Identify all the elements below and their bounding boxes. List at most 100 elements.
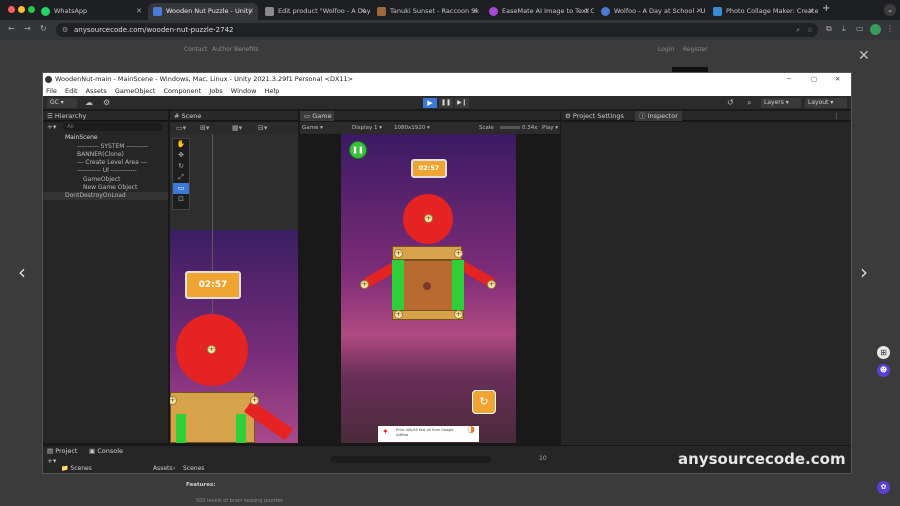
layout-dropdown[interactable]: Layout ▾: [805, 98, 847, 108]
hierarchy-item-ui[interactable]: ----------- UI ------------: [77, 167, 137, 175]
new-tab-icon[interactable]: +: [822, 3, 830, 14]
menu-kebab-icon[interactable]: ⋮: [886, 24, 894, 33]
hierarchy-item-create-level[interactable]: --- Create Level Area ---: [77, 159, 147, 167]
create-asset-icon[interactable]: +▾: [47, 457, 56, 465]
reload-icon[interactable]: ↻: [40, 24, 47, 33]
menu-gameobject[interactable]: GameObject: [115, 87, 156, 95]
scene-viewport[interactable]: ✋ ✥ ↻ ⤢ ▭ ⊡ 02:57 + + +: [170, 134, 298, 443]
nut-icon[interactable]: +: [454, 249, 463, 258]
hierarchy-item-banner[interactable]: BANNER(Clone): [77, 151, 124, 159]
tab-edit-product[interactable]: Edit product "Wolfoo - A Day ✕: [260, 3, 370, 20]
prev-slide-icon[interactable]: ‹: [18, 260, 26, 284]
settings-gear-icon[interactable]: ⚙: [103, 98, 110, 107]
register-link[interactable]: Register: [683, 46, 708, 53]
restart-button[interactable]: ↻: [472, 390, 496, 414]
empty-hole[interactable]: [423, 282, 431, 290]
hierarchy-item-new-gameobject[interactable]: New Game Object: [83, 184, 137, 192]
close-tab-icon[interactable]: ✕: [248, 3, 254, 20]
pivot-icon[interactable]: ⊞▾: [200, 124, 209, 132]
chat-widget-icon[interactable]: ✿: [877, 481, 890, 494]
next-slide-icon[interactable]: ›: [860, 260, 868, 284]
project-settings-tab[interactable]: ⚙ Project Settings: [565, 111, 624, 121]
contact-link[interactable]: Contact: [184, 46, 207, 53]
bookmark-star-icon[interactable]: ☆: [807, 23, 813, 37]
hierarchy-item-dontdestroy[interactable]: DontDestroyOnLoad: [65, 192, 126, 200]
panel-menu-icon[interactable]: ⋮: [833, 111, 840, 121]
close-tab-icon[interactable]: ✕: [584, 3, 590, 20]
close-tab-icon[interactable]: ✕: [472, 3, 478, 20]
grid-icon[interactable]: ▦▾: [232, 124, 242, 132]
forward-icon[interactable]: →: [24, 24, 31, 33]
resolution-dropdown[interactable]: 1080x1920 ▾: [394, 122, 430, 134]
minimize-icon[interactable]: ─: [787, 73, 791, 86]
maximize-icon[interactable]: ▢: [811, 73, 817, 86]
tab-tanuki[interactable]: Tanuki Sunset - Raccoon Sk ✕: [372, 3, 482, 20]
scale-tool-icon[interactable]: ⤢: [173, 172, 189, 183]
nut-icon[interactable]: +: [394, 310, 403, 319]
game-mode-dropdown[interactable]: Game ▾: [302, 122, 323, 134]
rotate-tool-icon[interactable]: ↻: [173, 161, 189, 172]
menu-window[interactable]: Window: [231, 87, 257, 95]
tab-easemate[interactable]: EaseMate AI Image to Text C ✕: [484, 3, 594, 20]
console-tab[interactable]: ▣ Console: [89, 447, 123, 455]
layers-dropdown[interactable]: Layers ▾: [761, 98, 801, 108]
hand-tool-icon[interactable]: ✋: [173, 139, 189, 150]
add-icon[interactable]: +▾: [47, 123, 56, 131]
game-tab[interactable]: ▭ Game: [300, 111, 334, 121]
hierarchy-search-input[interactable]: All: [63, 123, 163, 131]
play-focus-dropdown[interactable]: Play ▾: [542, 122, 558, 134]
hierarchy-tab[interactable]: ☰ Hierarchy: [43, 111, 168, 121]
history-icon[interactable]: ↺: [727, 98, 734, 107]
cloud-icon[interactable]: ☁: [85, 98, 93, 107]
pause-game-button[interactable]: ❚❚: [349, 141, 367, 159]
project-tab[interactable]: ▤ Project: [47, 447, 77, 455]
tab-photo-collage[interactable]: Photo Collage Maker: Create ✕: [708, 3, 818, 20]
close-icon[interactable]: ✕: [835, 73, 840, 86]
folder-scenes[interactable]: 📁 Scenes: [61, 465, 92, 472]
close-window-dot[interactable]: [8, 6, 15, 13]
zoom-icon[interactable]: ⌕: [796, 23, 800, 37]
game-viewport[interactable]: ❚❚ 02:57 + + + + + + + ↻ ✦ Price 40b/40 …: [341, 134, 516, 443]
tab-wolfoo[interactable]: Wolfoo - A Day at School - U ✕: [596, 3, 706, 20]
inspector-tab[interactable]: ⓘ Inspector: [635, 111, 682, 121]
menu-assets[interactable]: Assets: [86, 87, 107, 95]
close-tab-icon[interactable]: ✕: [360, 3, 366, 20]
menu-help[interactable]: Help: [265, 87, 280, 95]
nut-icon[interactable]: +: [360, 280, 369, 289]
close-lightbox-icon[interactable]: ✕: [858, 48, 870, 64]
breadcrumb-leaf[interactable]: Scenes: [183, 465, 204, 472]
translate-icon[interactable]: ⊞: [877, 346, 890, 359]
close-tab-icon[interactable]: ✕: [136, 3, 142, 20]
step-button[interactable]: ▶❙: [455, 98, 469, 108]
nut-icon[interactable]: +: [454, 310, 463, 319]
profile-split-icon[interactable]: ▭: [856, 24, 864, 33]
search-icon[interactable]: ⌕: [747, 98, 751, 108]
gizmo-icon[interactable]: ▭▾: [176, 124, 186, 132]
site-info-icon[interactable]: ⚙: [62, 23, 68, 37]
snap-icon[interactable]: ⊟▾: [258, 124, 267, 132]
minimize-window-dot[interactable]: [18, 6, 25, 13]
tab-search-icon[interactable]: ⌄: [884, 4, 896, 16]
rect-tool-icon[interactable]: ▭: [173, 183, 189, 194]
extensions-icon[interactable]: ⧉: [826, 24, 832, 34]
hierarchy-item-system[interactable]: ---------- SYSTEM ----------: [77, 143, 148, 151]
maximize-window-dot[interactable]: [28, 6, 35, 13]
download-icon[interactable]: ⤓: [842, 24, 846, 34]
avatar[interactable]: [870, 24, 881, 35]
ad-banner[interactable]: ✦ Price 40b/40 fast all from Google AdMo…: [378, 426, 479, 442]
login-link[interactable]: Login: [658, 46, 674, 53]
menu-component[interactable]: Component: [163, 87, 201, 95]
tab-wooden-nut[interactable]: Wooden Nut Puzzle - Unity ✕: [148, 3, 258, 20]
address-bar[interactable]: ⚙ anysourcecode.com/wooden-nut-puzzle-27…: [56, 23, 818, 37]
project-search-input[interactable]: [331, 456, 491, 463]
author-benefits-link[interactable]: Author Benefits: [212, 46, 259, 53]
close-tab-icon[interactable]: ✕: [696, 3, 702, 20]
scale-slider[interactable]: [500, 126, 520, 129]
hierarchy-item-mainscene[interactable]: MainScene: [65, 134, 98, 142]
nut-icon[interactable]: +: [394, 249, 403, 258]
breadcrumb-root[interactable]: Assets: [153, 465, 173, 472]
play-button[interactable]: ▶: [423, 98, 437, 108]
hierarchy-item-gameobject[interactable]: GameObject: [83, 176, 120, 184]
account-dropdown[interactable]: GC ▾: [47, 98, 77, 108]
nut-icon[interactable]: +: [487, 280, 496, 289]
